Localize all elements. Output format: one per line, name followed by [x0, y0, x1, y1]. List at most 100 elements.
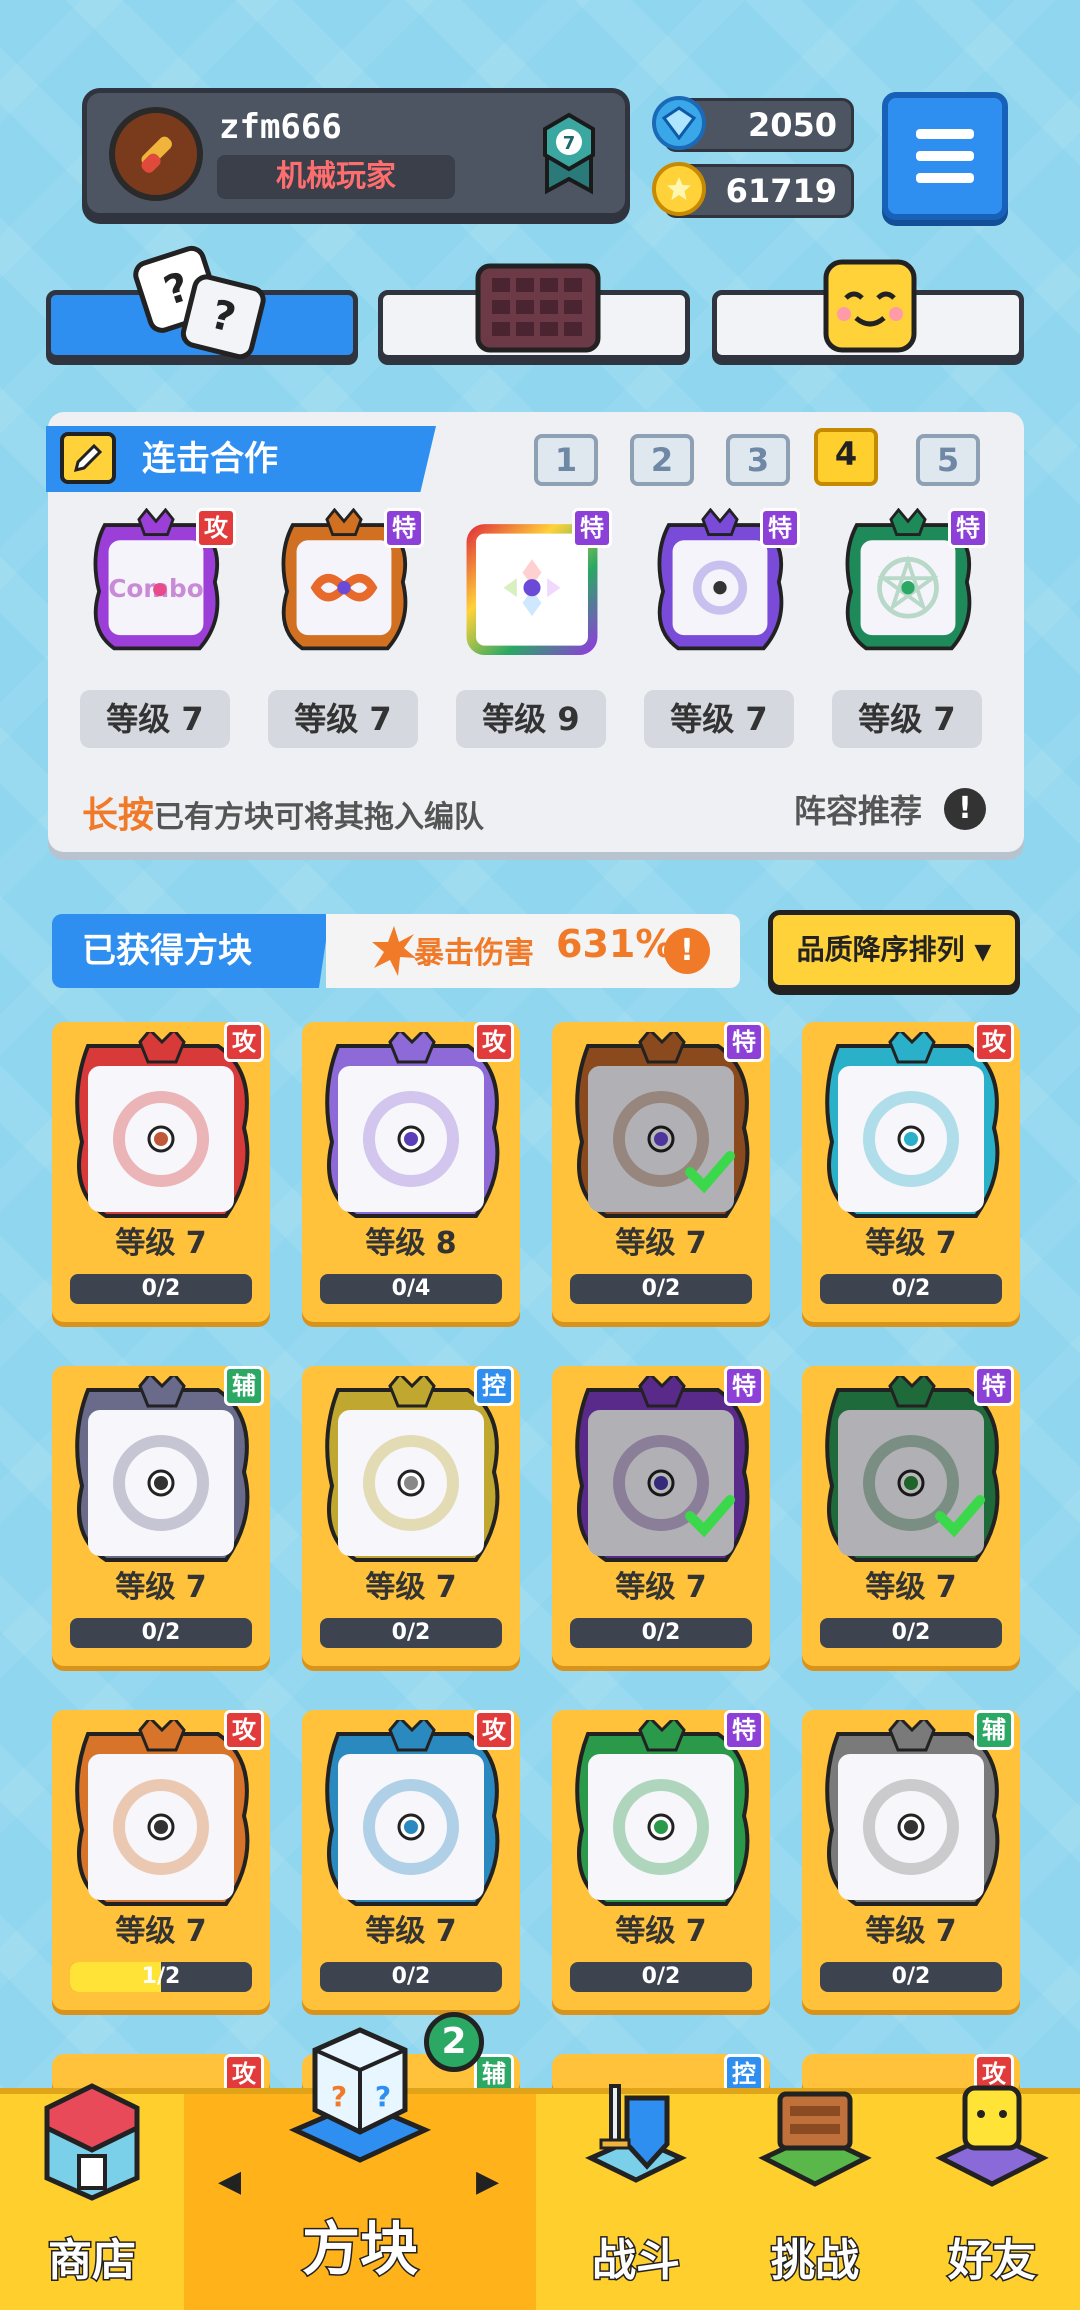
card-progress-bar: 0/2 [820, 1274, 1002, 1304]
username: zfm666 [219, 107, 342, 147]
page-button-1[interactable]: 1 [534, 434, 598, 486]
nav-blocks-label: 方块 [300, 2214, 419, 2285]
page-button-5[interactable]: 5 [916, 434, 980, 486]
nav-battle[interactable]: 战斗 [546, 2084, 726, 2310]
block-card[interactable]: 辅 等级 7 0/2 [52, 1366, 270, 1666]
menu-button[interactable] [882, 92, 1008, 220]
type-badge: 辅 [224, 1366, 264, 1406]
arrow-right-icon[interactable]: ▶ [476, 2164, 499, 2199]
type-badge: 攻 [224, 1710, 264, 1750]
block-card[interactable]: 特 等级 7 0/2 [552, 1710, 770, 2010]
card-progress-bar: 0/4 [320, 1274, 502, 1304]
coin-icon [652, 162, 706, 216]
block-card[interactable]: 辅 等级 7 0/2 [802, 1710, 1020, 2010]
type-badge: 特 [760, 508, 800, 548]
crit-value: 631% [556, 922, 674, 966]
nav-shop-label: 商店 [47, 2234, 138, 2288]
nav-battle-label: 战斗 [591, 2234, 682, 2288]
rank-number: 7 [563, 133, 576, 154]
card-progress-bar: 0/2 [70, 1274, 252, 1304]
card-level: 等级 7 [865, 1226, 957, 1261]
card-level: 等级 7 [365, 1914, 457, 1949]
arrow-left-icon[interactable]: ◀ [218, 2164, 241, 2199]
type-badge: 攻 [196, 508, 236, 548]
card-progress-text: 0/2 [891, 1620, 931, 1645]
page-button-3[interactable]: 3 [726, 434, 790, 486]
card-progress-bar: 0/2 [570, 1618, 752, 1648]
profile-card[interactable]: zfm666 机械玩家 7 [82, 88, 630, 218]
block-card[interactable]: 攻 等级 8 0/4 [302, 1022, 520, 1322]
type-badge: 特 [724, 1022, 764, 1062]
block-cube-icon: ? ? [288, 2027, 432, 2163]
firecracker-icon [141, 136, 172, 173]
type-badge: 攻 [974, 1022, 1014, 1062]
card-level: 等级 7 [115, 1914, 207, 1949]
card-level: 等级 7 [615, 1914, 707, 1949]
nav-friends[interactable]: 好友 [904, 2085, 1080, 2310]
pencil-icon[interactable] [60, 432, 116, 484]
lineup-slot[interactable]: 特 [458, 508, 612, 656]
hint-body: 已有方块可将其拖入编队 [154, 800, 485, 835]
type-badge: 特 [724, 1710, 764, 1750]
card-progress-text: 0/2 [141, 1620, 181, 1645]
card-level: 等级 7 [115, 1226, 207, 1261]
nav-blocks[interactable]: ? ? 2 ◀ ▶ 方块 [184, 2012, 536, 2310]
card-progress-bar: 0/2 [820, 1618, 1002, 1648]
avatar[interactable] [109, 107, 203, 201]
lineup-label: 阵容推荐 [794, 792, 923, 830]
lineup-slot[interactable]: 特 [270, 507, 424, 656]
player-title: 机械玩家 [217, 155, 455, 199]
shop-icon [44, 2083, 140, 2201]
card-level: 等级 7 [865, 1570, 957, 1605]
block-card[interactable]: 特 等级 7 0/2 [552, 1366, 770, 1666]
hint-text: 长按已有方块可将其拖入编队 [82, 786, 484, 838]
block-card[interactable]: 攻 等级 7 0/2 [802, 1022, 1020, 1322]
lineup-slot[interactable]: Combo 攻 [82, 507, 236, 656]
type-badge: 辅 [974, 1710, 1014, 1750]
type-badge: 特 [974, 1366, 1014, 1406]
type-badge: 控 [474, 1366, 514, 1406]
card-level: 等级 7 [865, 1914, 957, 1949]
crit-info-icon[interactable]: ! [664, 928, 710, 974]
page-button-2[interactable]: 2 [630, 434, 694, 486]
challenge-board-icon [758, 2091, 872, 2187]
nav-challenge[interactable]: 挑战 [726, 2091, 904, 2310]
card-progress-bar: 0/2 [570, 1962, 752, 1992]
card-level: 等级 7 [365, 1570, 457, 1605]
lineup-slot[interactable]: 特 [646, 507, 800, 656]
lineup-info-icon[interactable]: ! [944, 788, 986, 830]
dropdown-triangle-icon: ▼ [974, 940, 992, 965]
blocks-count-badge: 2 [424, 2012, 484, 2072]
card-progress-text: 0/2 [641, 1276, 681, 1301]
lineup-slot[interactable]: 特 [834, 507, 988, 656]
smiley-icon [823, 259, 917, 353]
crit-label: 暴击伤害 [414, 936, 534, 971]
type-badge: 特 [724, 1366, 764, 1406]
block-card[interactable]: 攻 等级 7 1/2 [52, 1710, 270, 2010]
card-progress-text: 1/2 [141, 1964, 181, 1989]
lineup-recommend[interactable]: 阵容推荐 [794, 786, 922, 832]
friends-character-icon [935, 2085, 1049, 2187]
sort-button[interactable]: 品质降序排列 ▼ [768, 910, 1020, 990]
page-button-4[interactable]: 4 [814, 428, 878, 486]
nav-shop[interactable]: 商店 [0, 2083, 184, 2310]
card-progress-text: 0/2 [641, 1964, 681, 1989]
block-card[interactable]: 攻 等级 7 0/2 [52, 1022, 270, 1322]
card-level: 等级 7 [615, 1570, 707, 1605]
crit-burst-icon [372, 926, 416, 976]
block-card[interactable]: 控 等级 7 0/2 [302, 1366, 520, 1666]
card-progress-text: 0/2 [891, 1276, 931, 1301]
type-badge: 攻 [474, 1022, 514, 1062]
slot-level: 等级 7 [268, 690, 418, 748]
block-card[interactable]: 特 等级 7 0/2 [552, 1022, 770, 1322]
gem-icon [652, 96, 706, 150]
card-progress-text: 0/2 [141, 1276, 181, 1301]
card-level: 等级 8 [365, 1226, 457, 1261]
block-card[interactable]: 攻 等级 7 0/2 [302, 1710, 520, 2010]
type-badge: 特 [572, 508, 612, 548]
svg-text:?: ? [375, 2080, 391, 2113]
board-icon [475, 263, 601, 353]
block-card[interactable]: 特 等级 7 0/2 [802, 1366, 1020, 1666]
rank-badge-icon[interactable]: 7 [541, 111, 597, 195]
card-progress-text: 0/4 [391, 1276, 431, 1301]
